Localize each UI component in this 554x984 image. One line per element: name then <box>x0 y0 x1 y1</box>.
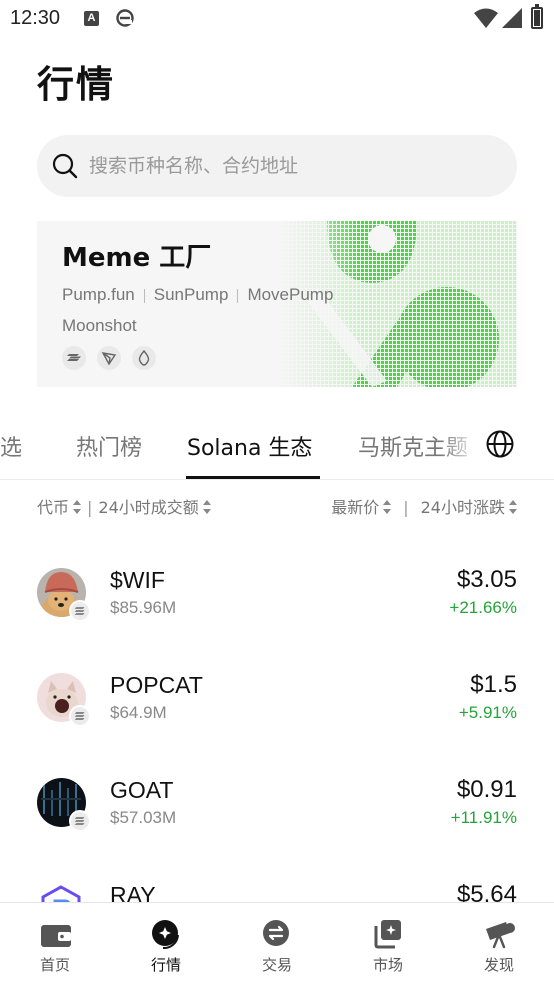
sort-price-header[interactable]: 最新价 <box>331 498 392 517</box>
token-volume: $57.03M <box>110 808 177 827</box>
solana-chain-icon <box>69 705 91 727</box>
nav-item-nft-market[interactable]: 市场 <box>348 903 428 984</box>
banner-title: Meme 工厂 <box>62 243 212 273</box>
sort-volume-header[interactable]: 24小时成交额 <box>98 498 211 517</box>
column-label-price: 最新价 <box>331 498 380 517</box>
nav-label: 首页 <box>39 956 70 974</box>
sort-icon <box>73 500 82 514</box>
status-time: 12:30 <box>10 7 61 29</box>
swap-icon <box>263 920 289 946</box>
market-icon <box>152 920 179 949</box>
token-change: +11.91% <box>450 808 517 827</box>
page-title: 行情 <box>37 63 115 106</box>
meme-factory-banner[interactable]: Meme 工厂 Pump.fun SunPump MovePump Moonshot <box>37 221 517 387</box>
token-volume: $85.96M <box>110 598 177 617</box>
tron-icon <box>97 346 122 370</box>
wifi-icon <box>474 8 498 28</box>
token-row[interactable]: $WIF $85.96M $3.05 +21.66% <box>37 564 517 644</box>
token-symbol: GOAT <box>110 777 174 803</box>
a-notification-icon: A <box>84 11 99 26</box>
nav-label: 交易 <box>261 956 292 974</box>
sort-icon <box>202 500 211 514</box>
platform-link-moonshot[interactable]: Moonshot <box>62 316 137 335</box>
column-label-change: 24小时涨跌 <box>420 498 505 517</box>
platform-link-movepump[interactable]: MovePump <box>247 285 333 304</box>
column-separator: | <box>87 498 93 517</box>
token-price: $0.91 <box>456 776 517 803</box>
solana-chain-icon <box>69 600 91 622</box>
search-icon <box>52 153 78 179</box>
tab-solana-ecosystem[interactable]: Solana 生态 <box>187 430 312 462</box>
column-separator: | <box>403 498 409 517</box>
platform-link-pumpfun[interactable]: Pump.fun <box>62 285 135 304</box>
status-bar: 12:30 A <box>0 0 554 38</box>
nav-item-home[interactable]: 首页 <box>15 903 95 984</box>
banner-platform-links: Pump.fun SunPump MovePump Moonshot <box>62 279 382 341</box>
solana-chain-icon <box>69 810 91 832</box>
token-row[interactable]: POPCAT $64.9M $1.5 +5.91% <box>37 669 517 749</box>
platform-link-sunpump[interactable]: SunPump <box>154 285 229 304</box>
nav-label: 发现 <box>483 956 514 974</box>
nav-label: 市场 <box>372 956 403 974</box>
divider <box>143 288 145 303</box>
tab-fade-overlay <box>440 418 480 478</box>
sort-change-header[interactable]: 24小时涨跌 <box>421 498 517 517</box>
banner-chain-icons <box>62 346 162 374</box>
token-price: $1.5 <box>470 671 517 698</box>
column-label-token: 代币 <box>37 498 70 517</box>
solana-icon <box>62 346 86 370</box>
nav-item-trade[interactable]: 交易 <box>237 903 317 984</box>
search-bar[interactable] <box>37 135 517 197</box>
nav-label: 行情 <box>150 956 181 974</box>
globe-icon[interactable] <box>486 430 514 458</box>
column-label-volume: 24小时成交额 <box>98 498 199 517</box>
active-tab-indicator <box>186 476 320 479</box>
discover-icon <box>486 922 515 949</box>
token-change: +5.91% <box>458 703 517 722</box>
nav-item-market[interactable]: 行情 <box>126 903 206 984</box>
token-price: $3.05 <box>456 566 517 593</box>
token-symbol: $WIF <box>110 567 165 593</box>
nft-market-icon <box>374 920 401 949</box>
divider <box>237 288 239 303</box>
category-tabs: 自选 热门榜 Solana 生态 马斯克主题 <box>0 418 554 480</box>
wallet-icon <box>41 925 71 947</box>
cellular-signal-icon <box>502 8 522 28</box>
search-input[interactable] <box>89 135 489 197</box>
column-header: 代币 | 24小时成交额 最新价 | 24小时涨跌 <box>37 494 517 518</box>
sort-icon <box>509 500 517 514</box>
sort-token-header[interactable]: 代币 <box>37 498 82 517</box>
token-volume: $64.9M <box>110 703 167 722</box>
battery-icon <box>531 4 543 29</box>
browser-notification-icon <box>116 9 134 27</box>
sort-icon <box>383 500 392 514</box>
tab-hot-list[interactable]: 热门榜 <box>76 430 142 462</box>
nav-item-discover[interactable]: 发现 <box>459 903 539 984</box>
token-symbol: POPCAT <box>110 672 203 698</box>
sui-icon <box>132 346 157 370</box>
token-change: +21.66% <box>449 598 517 617</box>
bottom-navigation: 首页 行情 交易 市场 发现 <box>0 902 554 984</box>
token-row[interactable]: GOAT $57.03M $0.91 +11.91% <box>37 774 517 854</box>
tab-watchlist[interactable]: 自选 <box>0 430 22 462</box>
